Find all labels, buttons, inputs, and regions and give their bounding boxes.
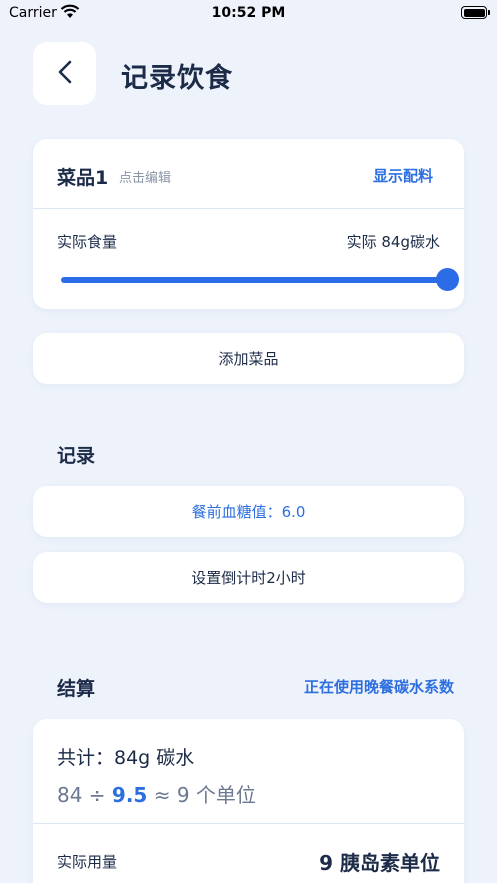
- slider-fill: [61, 277, 447, 283]
- show-ingredients-link[interactable]: 显示配料: [373, 165, 433, 186]
- back-button[interactable]: [33, 42, 96, 105]
- formula-result: ≈ 9 个单位: [147, 783, 256, 807]
- quantity-label: 实际食量: [57, 233, 118, 251]
- dish-header[interactable]: 菜品1 点击编辑 显示配料: [33, 139, 464, 209]
- status-bar: Carrier 10:52 PM: [0, 0, 497, 26]
- status-time: 10:52 PM: [211, 5, 286, 21]
- divider: [33, 823, 464, 824]
- actual-dose-value[interactable]: 9 胰岛素单位: [319, 847, 440, 876]
- settle-section-title: 结算: [57, 678, 96, 700]
- quantity-value: 实际 84g碳水: [346, 233, 440, 251]
- dish-name[interactable]: 菜品1: [57, 163, 108, 190]
- formula-carbs: 84 ÷: [57, 783, 112, 807]
- add-dish-button[interactable]: 添加菜品: [33, 333, 464, 384]
- page-title: 记录饮食: [121, 63, 233, 94]
- record-section-title: 记录: [57, 445, 96, 467]
- dose-formula: 84 ÷ 9.5 ≈ 9 个单位: [57, 779, 256, 808]
- set-countdown-button[interactable]: 设置倒计时2小时: [33, 552, 464, 603]
- chevron-left-icon: [56, 59, 74, 89]
- carb-coefficient-link[interactable]: 正在使用晚餐碳水系数: [304, 676, 454, 697]
- battery-icon: [461, 6, 490, 19]
- dish-card: 菜品1 点击编辑 显示配料 实际食量 实际 84g碳水: [33, 139, 464, 309]
- formula-coefficient[interactable]: 9.5: [112, 783, 147, 807]
- quantity-slider[interactable]: [61, 268, 459, 291]
- total-carbs: 共计：84g 碳水: [57, 747, 195, 769]
- dish-edit-hint: 点击编辑: [119, 171, 172, 186]
- pre-meal-glucose-button[interactable]: 餐前血糖值：6.0: [33, 486, 464, 537]
- settle-card: 共计：84g 碳水 84 ÷ 9.5 ≈ 9 个单位 实际用量 9 胰岛素单位: [33, 719, 464, 883]
- actual-dose-label: 实际用量: [57, 853, 118, 871]
- slider-thumb[interactable]: [436, 268, 459, 291]
